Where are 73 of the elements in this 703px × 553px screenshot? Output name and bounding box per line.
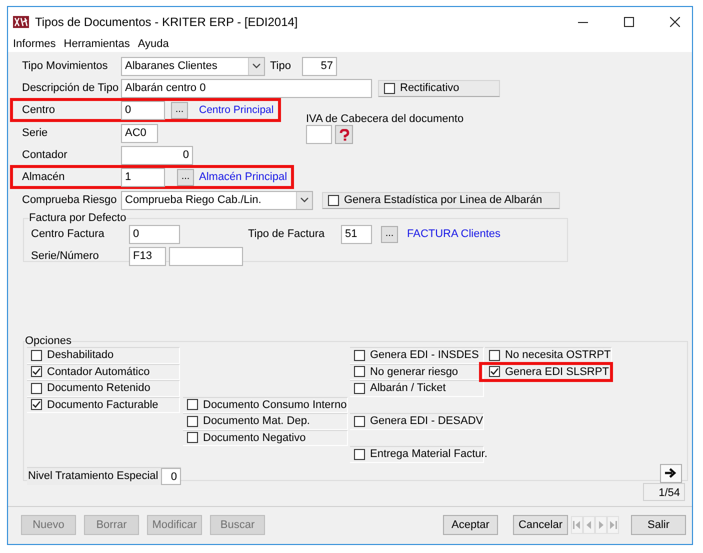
- browse-button[interactable]: ...: [171, 102, 188, 118]
- browse-button[interactable]: ...: [381, 226, 398, 242]
- checkbox[interactable]: Deshabilitado: [27, 347, 180, 364]
- checkbox[interactable]: Genera EDI - INSDES: [350, 347, 484, 364]
- exit-button[interactable]: Salir: [631, 514, 686, 534]
- input-field[interactable]: 57: [302, 56, 337, 76]
- maximize-icon[interactable]: [624, 16, 634, 26]
- checkbox[interactable]: Contador Automático: [27, 364, 180, 380]
- field-label: Tipo de Factura: [248, 228, 326, 240]
- input-field[interactable]: 0: [121, 100, 165, 120]
- checkbox[interactable]: No generar riesgo: [350, 364, 484, 380]
- skip-arrow-icon: [572, 520, 582, 530]
- field-label: Serie/Número: [31, 250, 100, 262]
- checkmark-icon: [490, 367, 499, 376]
- help-button[interactable]: [335, 125, 353, 144]
- next-button[interactable]: [660, 464, 682, 482]
- action-button[interactable]: Cancelar: [513, 514, 568, 534]
- question-mark-icon: [338, 128, 350, 140]
- browse-button[interactable]: ...: [177, 168, 194, 186]
- field-label: Serie: [22, 127, 49, 139]
- checkbox[interactable]: Rectificativo: [378, 80, 500, 96]
- checkbox[interactable]: No necesita OSTRPT: [485, 347, 612, 364]
- window-title: Tipos de Documentos - KRITER ERP - [EDI2014]: [35, 14, 298, 28]
- menu-item[interactable]: Herramientas: [64, 38, 130, 50]
- link[interactable]: Centro Principal: [199, 104, 274, 116]
- field-label: Comprueba Riesgo: [22, 194, 118, 206]
- chevron-down-icon: [300, 197, 309, 203]
- input-field[interactable]: 0: [129, 224, 180, 244]
- group-title: Opciones: [25, 335, 72, 347]
- field-label: Centro: [22, 104, 56, 116]
- checkbox[interactable]: Documento Retenido: [27, 380, 180, 396]
- menu-item[interactable]: Informes: [13, 38, 56, 50]
- checkbox[interactable]: Genera Estadística por Linea de Albarán: [322, 192, 560, 208]
- field-label: IVA de Cabecera del documento: [306, 113, 464, 125]
- checkbox[interactable]: Genera EDI SLSRPT: [479, 362, 613, 382]
- group-title: Factura por Defecto: [29, 212, 126, 224]
- arrow-right-icon: [665, 468, 677, 478]
- record-counter: 1/54: [643, 483, 685, 501]
- close-icon[interactable]: [670, 16, 680, 26]
- field-label: Nivel Tratamiento Especial: [28, 470, 158, 482]
- dropdown[interactable]: Albaranes Clientes: [121, 56, 265, 76]
- checkbox[interactable]: Documento Consumo Interno: [183, 396, 348, 413]
- field-label: Almacén: [22, 171, 66, 183]
- menu-item[interactable]: Ayuda: [138, 38, 169, 50]
- input-field[interactable]: F13: [129, 246, 166, 266]
- field-label: Centro Factura: [31, 228, 106, 240]
- dropdown[interactable]: Comprueba Riego Cab./Lin.: [121, 190, 313, 210]
- checkmark-icon: [32, 400, 41, 410]
- link[interactable]: FACTURA Clientes: [407, 228, 501, 240]
- checkbox[interactable]: Documento Facturable: [27, 396, 180, 413]
- field-label: Tipo Movimientos: [22, 60, 109, 72]
- link[interactable]: Almacén Principal: [199, 171, 288, 183]
- chevron-down-icon: [252, 63, 261, 69]
- field-label: Contador: [22, 149, 68, 161]
- input-field[interactable]: AC0: [121, 124, 158, 142]
- input-field[interactable]: [306, 125, 332, 144]
- input-field[interactable]: 0: [161, 468, 181, 484]
- checkbox[interactable]: Documento Negativo: [183, 430, 348, 446]
- input-field[interactable]: 0: [121, 146, 193, 164]
- checkbox[interactable]: Documento Mat. Dep.: [183, 413, 348, 430]
- checkbox[interactable]: Entrega Material Factur.: [350, 446, 484, 462]
- checkmark-icon: [32, 367, 41, 376]
- skip-arrow-icon: [608, 520, 618, 530]
- field-label: Descripción de Tipo: [22, 82, 120, 94]
- input-field[interactable]: [169, 246, 243, 266]
- app-icon: [13, 14, 29, 28]
- checkbox[interactable]: Albarán / Ticket: [350, 380, 484, 396]
- checkbox[interactable]: Genera EDI - DESADV: [350, 413, 484, 430]
- field-label: Tipo: [270, 60, 292, 72]
- input-field[interactable]: 51: [341, 224, 372, 244]
- action-button[interactable]: Aceptar: [443, 514, 498, 534]
- input-field[interactable]: 1: [121, 168, 165, 186]
- input-field[interactable]: Albarán centro 0: [121, 78, 372, 98]
